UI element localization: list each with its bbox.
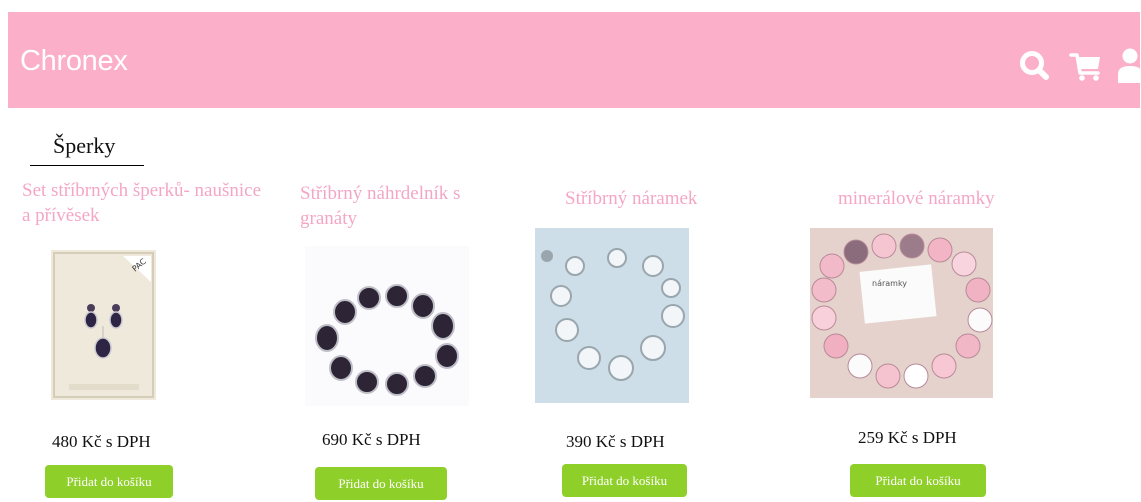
cart-icon[interactable] — [1069, 49, 1105, 83]
product-price: 390 Kč s DPH — [566, 432, 665, 451]
add-to-cart-button[interactable]: Přidat do košíku — [45, 465, 173, 498]
product-image[interactable]: PAC — [51, 250, 156, 400]
product-price: 480 Kč s DPH — [52, 432, 151, 451]
product-title[interactable]: Stříbrný náramek — [565, 186, 745, 211]
product-title[interactable]: minerálové náramky — [838, 186, 1038, 211]
search-icon[interactable] — [1018, 49, 1052, 83]
add-to-cart-button[interactable]: Přidat do košíku — [315, 467, 447, 500]
brand-logo[interactable]: Chronex — [20, 45, 128, 77]
add-to-cart-button[interactable]: Přidat do košíku — [562, 464, 687, 497]
site-header: Chronex — [8, 12, 1141, 108]
product-image[interactable] — [305, 246, 469, 406]
category-title: Šperky — [53, 133, 116, 158]
svg-text:náramky: náramky — [872, 279, 907, 288]
product-title[interactable]: Set stříbrných šperků- naušnice a přívěs… — [22, 178, 262, 228]
category-heading: Šperky — [30, 131, 144, 166]
user-icon[interactable] — [1117, 48, 1141, 84]
product-title[interactable]: Stříbrný náhrdelník s granáty — [300, 181, 515, 231]
add-to-cart-button[interactable]: Přidat do košíku — [850, 464, 986, 497]
product-image[interactable]: náramky — [810, 228, 993, 398]
product-image[interactable] — [535, 228, 689, 403]
product-price: 259 Kč s DPH — [858, 428, 957, 447]
product-price: 690 Kč s DPH — [322, 430, 421, 449]
